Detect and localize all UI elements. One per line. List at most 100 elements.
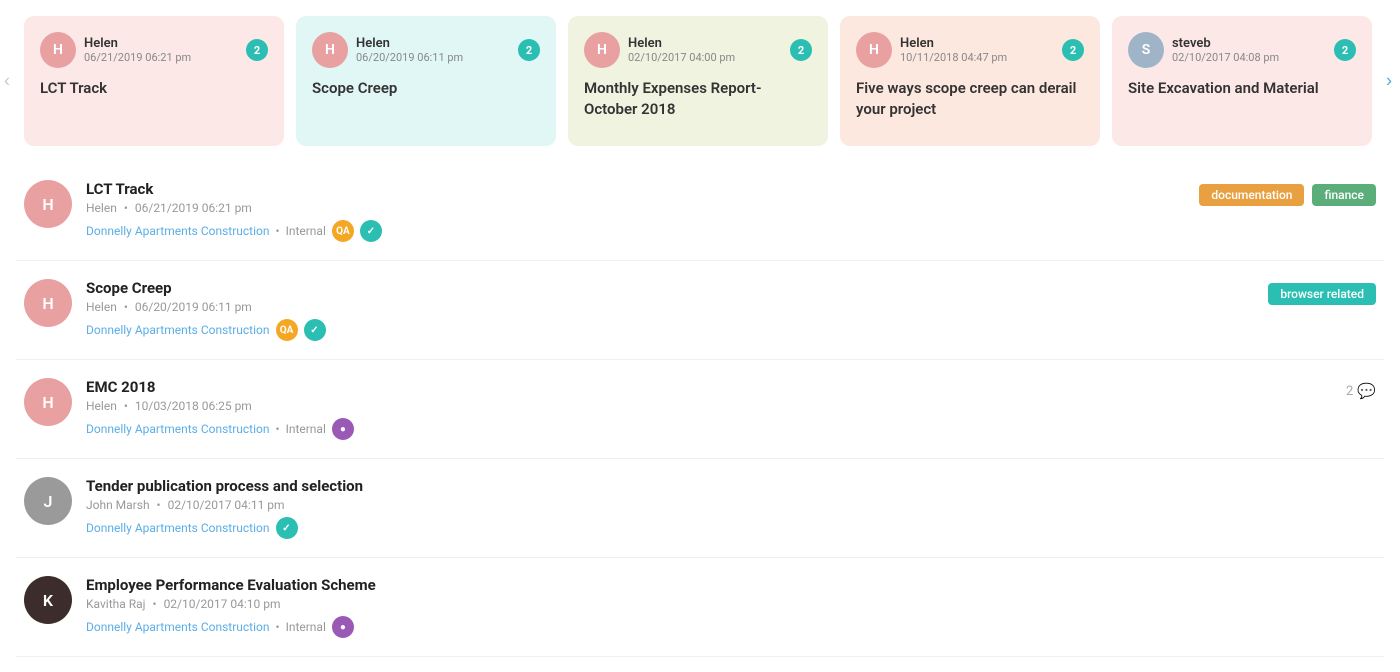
list-user-1: Helen: [86, 201, 117, 215]
list-tags-3: Donnelly Apartments Construction • Inter…: [86, 418, 1332, 440]
tag-finance-1[interactable]: finance: [1312, 184, 1376, 206]
card-user-name-2: Helen: [356, 36, 510, 51]
list-project-link-2[interactable]: Donnelly Apartments Construction: [86, 323, 270, 337]
list-tags-1: Donnelly Apartments Construction • Inter…: [86, 220, 1185, 242]
list-tags-4: Donnelly Apartments Construction ✓: [86, 517, 1362, 539]
list-meta-4: John Marsh • 02/10/2017 04:11 pm: [86, 498, 1362, 512]
card-user-name-4: Helen: [900, 36, 1054, 51]
list-content-5: Employee Performance Evaluation Scheme K…: [86, 576, 1362, 638]
list-meta-1: Helen • 06/21/2019 06:21 pm: [86, 201, 1185, 215]
list-pill-purple-5: ●: [332, 616, 354, 638]
carousel-card-4[interactable]: H Helen 10/11/2018 04:47 pm 2 Five ways …: [840, 16, 1100, 146]
list-internal-label-5: Internal: [286, 620, 326, 634]
card-user-name-3: Helen: [628, 36, 782, 51]
carousel-card-5[interactable]: S steveb 02/10/2017 04:08 pm 2 Site Exca…: [1112, 16, 1372, 146]
list-right-2: browser related: [1268, 279, 1376, 305]
list-avatar-1: H: [24, 180, 72, 228]
list-title-3: EMC 2018: [86, 378, 1332, 396]
list-item-2: H Scope Creep Helen • 06/20/2019 06:11 p…: [16, 261, 1384, 360]
comment-number-3: 2: [1346, 384, 1353, 399]
card-badge-1: 2: [246, 39, 268, 61]
list-item-1: H LCT Track Helen • 06/21/2019 06:21 pm …: [16, 162, 1384, 261]
card-title-2: Scope Creep: [312, 78, 540, 99]
card-user-name-5: steveb: [1172, 36, 1326, 51]
comment-count-3: 2 💬: [1346, 382, 1376, 400]
list-pill-check-2: ✓: [304, 319, 326, 341]
list-tags-2: Donnelly Apartments Construction QA ✓: [86, 319, 1254, 341]
list-internal-label-3: Internal: [286, 422, 326, 436]
carousel-next-button[interactable]: ›: [1386, 71, 1392, 92]
list-title-5: Employee Performance Evaluation Scheme: [86, 576, 1362, 594]
carousel-card-1[interactable]: H Helen 06/21/2019 06:21 pm 2 LCT Track: [24, 16, 284, 146]
card-badge-4: 2: [1062, 39, 1084, 61]
card-date-3: 02/10/2017 04:00 pm: [628, 51, 782, 64]
carousel-card-3[interactable]: H Helen 02/10/2017 04:00 pm 2 Monthly Ex…: [568, 16, 828, 146]
list-project-link-1[interactable]: Donnelly Apartments Construction: [86, 224, 270, 238]
list-content-3: EMC 2018 Helen • 10/03/2018 06:25 pm Don…: [86, 378, 1332, 440]
card-title-4: Five ways scope creep can derail your pr…: [856, 78, 1084, 120]
list-title-2: Scope Creep: [86, 279, 1254, 297]
list-project-link-4[interactable]: Donnelly Apartments Construction: [86, 521, 270, 535]
carousel-prev-button[interactable]: ‹: [4, 71, 10, 92]
tag-documentation-1[interactable]: documentation: [1199, 184, 1304, 206]
card-badge-5: 2: [1334, 39, 1356, 61]
list-date-2: 06/20/2019 06:11 pm: [135, 300, 252, 314]
list-pill-qa-2: QA: [276, 319, 298, 341]
list-right-3: 2 💬: [1346, 378, 1376, 400]
list-content-2: Scope Creep Helen • 06/20/2019 06:11 pm …: [86, 279, 1254, 341]
list-avatar-2: H: [24, 279, 72, 327]
list-meta-2: Helen • 06/20/2019 06:11 pm: [86, 300, 1254, 314]
list-content-1: LCT Track Helen • 06/21/2019 06:21 pm Do…: [86, 180, 1185, 242]
card-avatar-4: H: [856, 32, 892, 68]
list-meta-3: Helen • 10/03/2018 06:25 pm: [86, 399, 1332, 413]
list-project-link-3[interactable]: Donnelly Apartments Construction: [86, 422, 270, 436]
card-user-info-5: steveb 02/10/2017 04:08 pm: [1172, 36, 1326, 64]
card-date-1: 06/21/2019 06:21 pm: [84, 51, 238, 64]
list-pill-qa-1: QA: [332, 220, 354, 242]
list-pill-check-1: ✓: [360, 220, 382, 242]
list-date-4: 02/10/2017 04:11 pm: [168, 498, 285, 512]
list-tags-5: Donnelly Apartments Construction • Inter…: [86, 616, 1362, 638]
comment-icon-3: 💬: [1357, 382, 1376, 400]
list-user-2: Helen: [86, 300, 117, 314]
list-item-4: J Tender publication process and selecti…: [16, 459, 1384, 558]
list-project-link-5[interactable]: Donnelly Apartments Construction: [86, 620, 270, 634]
list-section: H LCT Track Helen • 06/21/2019 06:21 pm …: [0, 162, 1400, 657]
list-date-3: 10/03/2018 06:25 pm: [135, 399, 252, 413]
tag-browser-2[interactable]: browser related: [1268, 283, 1376, 305]
list-avatar-4: J: [24, 477, 72, 525]
list-title-1: LCT Track: [86, 180, 1185, 198]
list-right-1: documentation finance: [1199, 180, 1376, 206]
list-date-1: 06/21/2019 06:21 pm: [135, 201, 252, 215]
card-date-2: 06/20/2019 06:11 pm: [356, 51, 510, 64]
list-internal-label-1: Internal: [286, 224, 326, 238]
list-item-5: K Employee Performance Evaluation Scheme…: [16, 558, 1384, 657]
card-title-1: LCT Track: [40, 78, 268, 99]
list-title-4: Tender publication process and selection: [86, 477, 1362, 495]
card-title-3: Monthly Expenses Report- October 2018: [584, 78, 812, 120]
card-avatar-2: H: [312, 32, 348, 68]
card-user-info-1: Helen 06/21/2019 06:21 pm: [84, 36, 238, 64]
list-user-3: Helen: [86, 399, 117, 413]
card-badge-3: 2: [790, 39, 812, 61]
list-pill-check-4: ✓: [276, 517, 298, 539]
list-user-5: Kavitha Raj: [86, 597, 146, 611]
card-user-info-3: Helen 02/10/2017 04:00 pm: [628, 36, 782, 64]
carousel-card-2[interactable]: H Helen 06/20/2019 06:11 pm 2 Scope Cree…: [296, 16, 556, 146]
list-meta-5: Kavitha Raj • 02/10/2017 04:10 pm: [86, 597, 1362, 611]
card-title-5: Site Excavation and Material: [1128, 78, 1356, 99]
card-date-5: 02/10/2017 04:08 pm: [1172, 51, 1326, 64]
card-avatar-1: H: [40, 32, 76, 68]
list-user-4: John Marsh: [86, 498, 150, 512]
card-date-4: 10/11/2018 04:47 pm: [900, 51, 1054, 64]
card-avatar-3: H: [584, 32, 620, 68]
list-avatar-5: K: [24, 576, 72, 624]
list-avatar-3: H: [24, 378, 72, 426]
card-user-info-4: Helen 10/11/2018 04:47 pm: [900, 36, 1054, 64]
card-badge-2: 2: [518, 39, 540, 61]
carousel-section: ‹ H Helen 06/21/2019 06:21 pm 2 LCT Trac…: [0, 0, 1400, 162]
card-avatar-5: S: [1128, 32, 1164, 68]
card-user-info-2: Helen 06/20/2019 06:11 pm: [356, 36, 510, 64]
carousel-container: ‹ H Helen 06/21/2019 06:21 pm 2 LCT Trac…: [0, 0, 1400, 162]
list-date-5: 02/10/2017 04:10 pm: [164, 597, 281, 611]
